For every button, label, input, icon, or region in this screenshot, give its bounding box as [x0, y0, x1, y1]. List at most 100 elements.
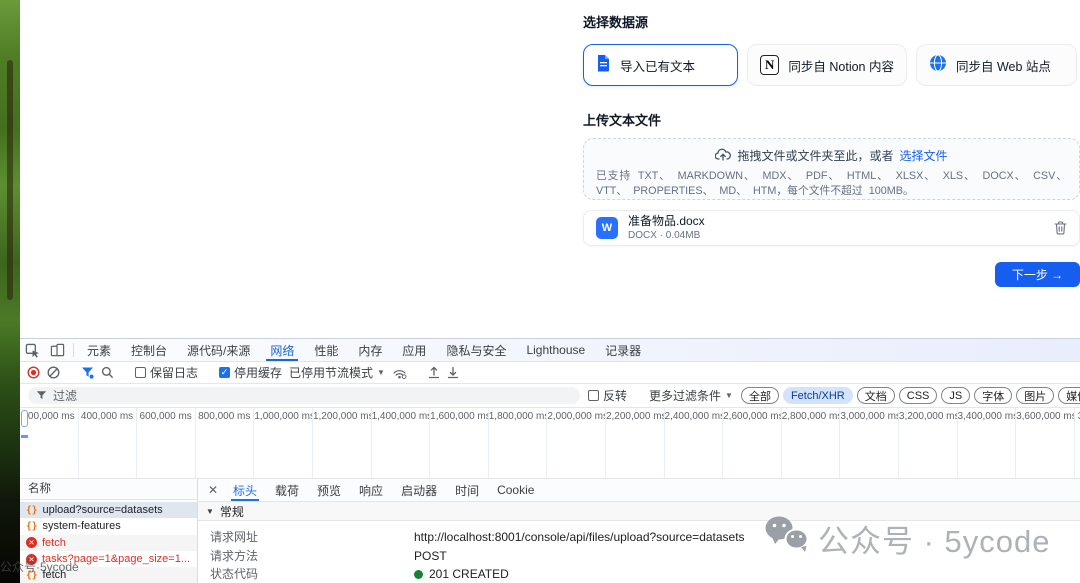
import-har-icon[interactable] — [428, 366, 440, 379]
pill-doc[interactable]: 文档 — [857, 387, 895, 404]
details-tab-payload[interactable]: 载荷 — [266, 479, 308, 501]
timeline-range-handle[interactable] — [21, 410, 28, 427]
device-toolbar-icon[interactable] — [45, 339, 70, 361]
pill-media[interactable]: 媒体 — [1058, 387, 1080, 404]
devtools-tab-performance[interactable]: 性能 — [304, 339, 348, 361]
pill-css[interactable]: CSS — [899, 387, 938, 404]
devtools-tab-network[interactable]: 网络 — [260, 339, 304, 361]
datasource-card-web[interactable]: 同步自 Web 站点 — [916, 44, 1077, 86]
details-tab-initiator[interactable]: 启动器 — [392, 479, 446, 501]
timeline-tick: 3,600,000 ms — [1016, 408, 1075, 478]
checkbox-checked-icon[interactable]: ✓ — [219, 367, 230, 378]
devtools-tab-lighthouse[interactable]: Lighthouse — [516, 339, 595, 361]
pill-img[interactable]: 图片 — [1016, 387, 1054, 404]
datasource-card-notion[interactable]: N 同步自 Notion 内容 — [747, 44, 907, 86]
uploaded-file-item[interactable]: W 准备物品.docx DOCX · 0.04MB — [583, 210, 1080, 246]
field-request-url: 请求网址 http://localhost:8001/console/api/f… — [210, 530, 1080, 544]
timeline-tick: 1,600,000 ms — [430, 408, 489, 478]
filter-icon[interactable] — [81, 366, 94, 379]
devtools-panel: 元素 控制台 源代码/来源 网络 性能 内存 应用 隐私与安全 Lighthou… — [20, 338, 1080, 583]
fetch-xhr-icon: {} — [26, 521, 37, 532]
request-row-partial[interactable]: {} fetch — [20, 567, 197, 583]
more-filters-dropdown[interactable]: 更多过滤条件 ▼ — [649, 387, 733, 404]
timeline-tick-partial: 3 — [1075, 408, 1080, 478]
details-tab-response[interactable]: 响应 — [350, 479, 392, 501]
timeline-tick: 2,600,000 ms — [723, 408, 782, 478]
file-meta: DOCX · 0.04MB — [628, 229, 705, 242]
fetch-xhr-icon: {} — [26, 570, 37, 581]
export-har-icon[interactable] — [447, 366, 459, 379]
timeline-tick: 3,000,000 ms — [840, 408, 899, 478]
devtools-tabbar: 元素 控制台 源代码/来源 网络 性能 内存 应用 隐私与安全 Lighthou… — [20, 339, 1080, 362]
network-conditions-icon[interactable] — [392, 367, 407, 379]
timeline-tick: 800,000 ms — [196, 408, 255, 478]
checkbox-unchecked-icon[interactable] — [135, 367, 146, 378]
globe-icon — [929, 54, 947, 77]
record-icon[interactable] — [27, 366, 40, 379]
request-type-pills: 全部 Fetch/XHR 文档 CSS JS 字体 图片 媒体 清单 — [741, 387, 1080, 404]
timeline-tick: 400,000 ms — [79, 408, 138, 478]
chevron-down-icon: ▼ — [725, 391, 733, 400]
pill-all[interactable]: 全部 — [741, 387, 779, 404]
desktop-wallpaper-strip — [0, 0, 20, 583]
devtools-tab-recorder[interactable]: 记录器 — [595, 339, 651, 361]
invert-filter-checkbox[interactable]: 反转 — [588, 387, 627, 404]
request-row-system-features[interactable]: {} system-features — [20, 518, 197, 534]
request-list-header: 名称 — [20, 479, 197, 500]
devtools-tab-memory[interactable]: 内存 — [348, 339, 392, 361]
pill-fetch-xhr[interactable]: Fetch/XHR — [783, 387, 853, 404]
general-fields: 请求网址 http://localhost:8001/console/api/f… — [198, 521, 1080, 581]
details-tab-headers[interactable]: 标头 — [224, 479, 266, 501]
details-tab-cookie[interactable]: Cookie — [488, 479, 543, 501]
datasource-card-label: 同步自 Notion 内容 — [788, 56, 894, 75]
datasource-card-label: 同步自 Web 站点 — [956, 56, 1051, 75]
request-list-panel: 名称 {} upload?source=datasets {} system-f… — [20, 479, 198, 583]
network-overview-timeline[interactable]: 200,000 ms 400,000 ms 600,000 ms 800,000… — [20, 408, 1080, 479]
notion-icon: N — [760, 55, 779, 75]
pill-font[interactable]: 字体 — [974, 387, 1012, 404]
devtools-tab-application[interactable]: 应用 — [392, 339, 436, 361]
disable-cache-checkbox[interactable]: ✓ 停用缓存 — [219, 364, 282, 381]
dataset-create-page: 选择数据源 导入已有文本 N 同步自 Notion 内容 同步自 Web 站点 … — [583, 0, 1080, 287]
request-row-upload[interactable]: {} upload?source=datasets — [20, 502, 197, 518]
network-toolbar: 保留日志 ✓ 停用缓存 已停用节流模式 ▼ — [20, 362, 1080, 384]
dropzone-hint: 拖拽文件或文件夹至此，或者 — [737, 147, 893, 164]
timeline-tick: 1,800,000 ms — [489, 408, 548, 478]
delete-file-icon[interactable] — [1054, 221, 1067, 235]
pill-js[interactable]: JS — [941, 387, 970, 404]
inspect-element-icon[interactable] — [20, 339, 45, 361]
filter-placeholder: 过滤 — [53, 387, 77, 404]
filter-input[interactable]: 过滤 — [28, 387, 580, 404]
timeline-tick: 1,000,000 ms — [254, 408, 313, 478]
devtools-tab-console[interactable]: 控制台 — [121, 339, 177, 361]
field-status-code: 状态代码 201 CREATED — [210, 567, 1080, 581]
clear-network-log-icon[interactable] — [47, 366, 60, 379]
general-section-header[interactable]: ▼ 常规 — [198, 502, 1080, 521]
devtools-tab-elements[interactable]: 元素 — [77, 339, 121, 361]
datasource-card-import-text[interactable]: 导入已有文本 — [583, 44, 738, 86]
details-tab-timing[interactable]: 时间 — [446, 479, 488, 501]
devtools-tab-sources[interactable]: 源代码/来源 — [177, 339, 260, 361]
request-row-fetch-error[interactable]: ✕ fetch — [20, 535, 197, 551]
close-icon[interactable]: ✕ — [202, 479, 224, 501]
search-icon[interactable] — [101, 366, 114, 379]
throttling-dropdown[interactable]: 已停用节流模式 ▼ — [289, 364, 385, 381]
request-row-tasks-error[interactable]: ✕ tasks?page=1&page_size=1... — [20, 551, 197, 567]
details-tab-preview[interactable]: 预览 — [308, 479, 350, 501]
devtools-tab-privacy[interactable]: 隐私与安全 — [436, 339, 516, 361]
request-error-icon: ✕ — [26, 554, 37, 565]
upload-section-title: 上传文本文件 — [583, 110, 1080, 129]
preserve-log-checkbox[interactable]: 保留日志 — [135, 364, 198, 381]
browse-files-link[interactable]: 选择文件 — [900, 147, 948, 164]
timeline-activity-marker — [21, 435, 28, 438]
supported-formats-text: 已支持 TXT、 MARKDOWN、 MDX、 PDF、 HTML、 XLSX、… — [596, 169, 1067, 199]
chevron-down-icon: ▼ — [377, 368, 385, 377]
timeline-tick: 1,200,000 ms — [313, 408, 372, 478]
cloud-upload-icon — [715, 148, 731, 164]
field-request-method: 请求方法 POST — [210, 549, 1080, 563]
funnel-icon — [36, 390, 47, 401]
next-step-button[interactable]: 下一步 → — [995, 262, 1080, 287]
file-dropzone[interactable]: 拖拽文件或文件夹至此，或者 选择文件 已支持 TXT、 MARKDOWN、 MD… — [583, 138, 1080, 200]
checkbox-unchecked-icon[interactable] — [588, 390, 599, 401]
timeline-tick: 2,200,000 ms — [606, 408, 665, 478]
